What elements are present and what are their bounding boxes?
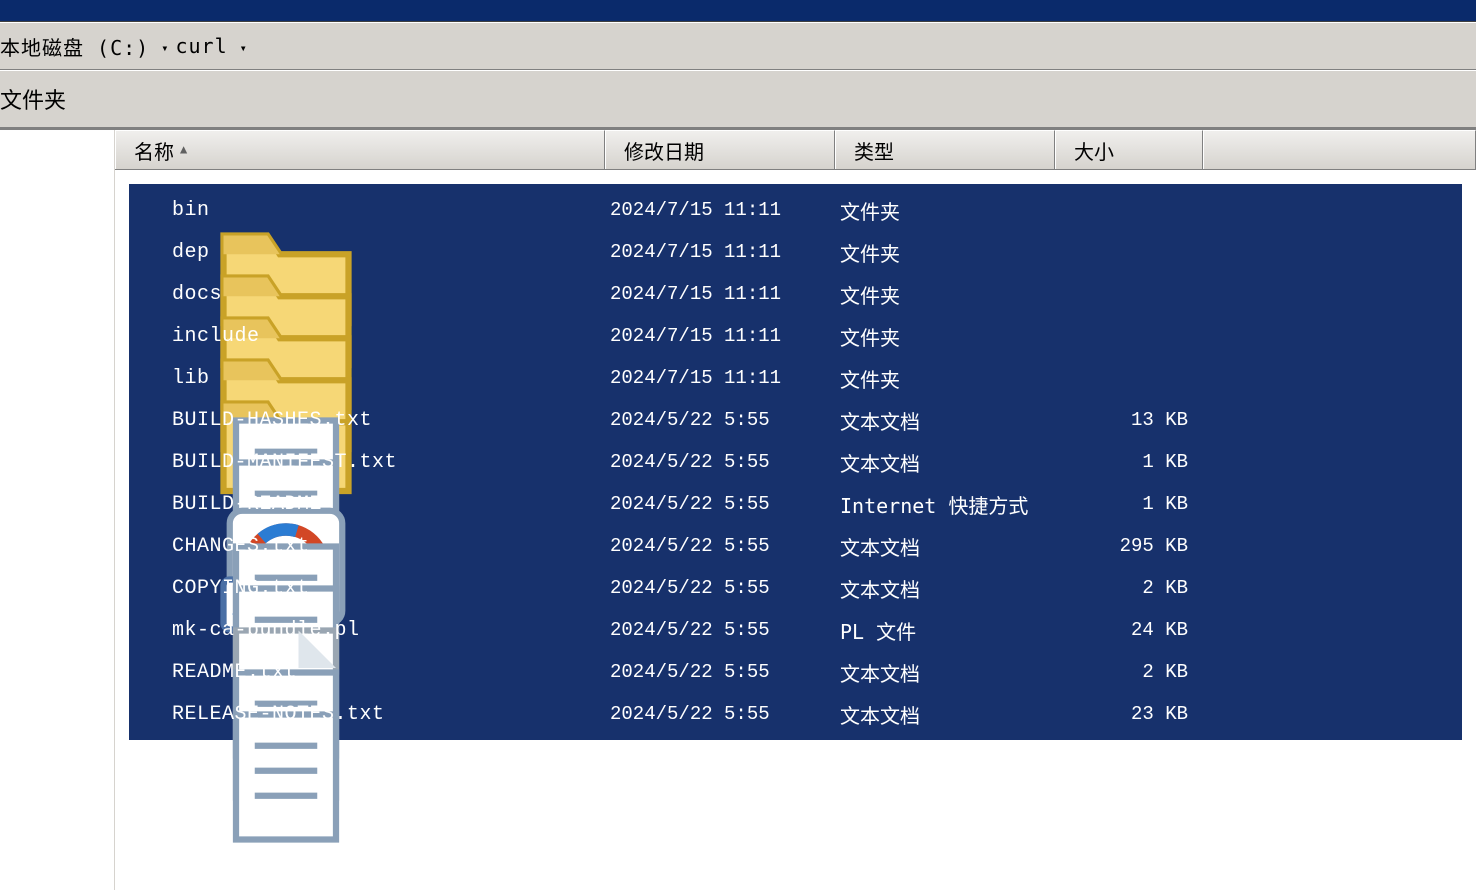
cell-name: dep [130,240,606,264]
cell-type: 文件夹 [836,238,1056,267]
file-panel: 名称 ▲ 修改日期 类型 大小 bin2024/7/15 11:11文件夹dep… [115,130,1476,890]
file-name: README.txt [172,661,297,684]
file-name: include [172,325,260,348]
text-file-icon [136,660,160,684]
column-header-name-label: 名称 [134,136,174,165]
cell-type: 文件夹 [836,322,1056,351]
path-seg-drive[interactable]: 本地磁盘 (C:) [0,32,149,61]
folder-icon [136,282,160,306]
file-name: BUILD-MANIFEST.txt [172,451,397,474]
cell-type: 文本文档 [836,700,1056,729]
cell-name: BUILD-MANIFEST.txt [130,450,606,474]
cell-name: include [130,324,606,348]
folder-icon [136,366,160,390]
cell-size: 13 KB [1056,409,1194,431]
column-header-date-label: 修改日期 [624,136,704,165]
cell-name: mk-ca-bundle.pl [130,618,606,642]
cell-name: BUILD-README [130,492,606,516]
column-header-name[interactable]: 名称 ▲ [115,130,605,169]
cell-type: 文本文档 [836,448,1056,477]
cell-size: 2 KB [1056,661,1194,683]
cell-date: 2024/5/22 5:55 [606,493,836,515]
title-bar [0,0,1476,22]
toolbar-label-folder: 文件夹 [0,83,66,115]
main-area: 名称 ▲ 修改日期 类型 大小 bin2024/7/15 11:11文件夹dep… [0,128,1476,890]
file-name: RELEASE-NOTES.txt [172,703,385,726]
column-header-type-label: 类型 [854,136,894,165]
file-name: dep [172,241,210,264]
column-header-rest [1203,130,1476,169]
file-name: bin [172,199,210,222]
cell-name: CHANGES.txt [130,534,606,558]
cell-name: lib [130,366,606,390]
cell-date: 2024/5/22 5:55 [606,451,836,473]
cell-date: 2024/7/15 11:11 [606,241,836,263]
cell-type: Internet 快捷方式 [836,490,1056,519]
text-file-icon [136,450,160,474]
cell-size: 1 KB [1056,493,1194,515]
file-name: mk-ca-bundle.pl [172,619,360,642]
file-name: CHANGES.txt [172,535,310,558]
cell-size: 23 KB [1056,703,1194,725]
cell-name: RELEASE-NOTES.txt [130,702,606,726]
column-header-date[interactable]: 修改日期 [605,130,835,169]
column-header-size[interactable]: 大小 [1055,130,1203,169]
column-headers: 名称 ▲ 修改日期 类型 大小 [115,130,1476,170]
file-name: BUILD-README [172,493,322,516]
text-file-icon [136,702,160,726]
cell-date: 2024/5/22 5:55 [606,577,836,599]
file-name: COPYING.txt [172,577,310,600]
explorer-window: 本地磁盘 (C:) ▾ curl ▾ 文件夹 名称 ▲ 修改日期 类型 大小 [0,0,1476,890]
cell-size: 1 KB [1056,451,1194,473]
text-file-icon [136,408,160,432]
chevron-down-icon[interactable]: ▾ [240,41,248,55]
folder-icon [136,198,160,222]
cell-name: bin [130,198,606,222]
cell-type: 文本文档 [836,574,1056,603]
file-name: lib [172,367,210,390]
cell-date: 2024/5/22 5:55 [606,619,836,641]
cell-date: 2024/5/22 5:55 [606,535,836,557]
column-header-size-label: 大小 [1074,136,1114,165]
cell-type: 文件夹 [836,364,1056,393]
file-list-area: bin2024/7/15 11:11文件夹dep2024/7/15 11:11文… [115,170,1476,890]
file-name: BUILD-HASHES.txt [172,409,372,432]
cell-date: 2024/7/15 11:11 [606,199,836,221]
cell-type: 文本文档 [836,532,1056,561]
cell-name: README.txt [130,660,606,684]
cell-date: 2024/5/22 5:55 [606,409,836,431]
sort-ascending-icon: ▲ [180,142,187,156]
cell-type: PL 文件 [836,616,1056,645]
path-seg-folder[interactable]: curl [175,34,227,58]
chevron-down-icon[interactable]: ▾ [161,41,169,55]
cell-name: BUILD-HASHES.txt [130,408,606,432]
column-header-type[interactable]: 类型 [835,130,1055,169]
cell-date: 2024/5/22 5:55 [606,703,836,725]
folder-icon [136,324,160,348]
cell-size: 24 KB [1056,619,1194,641]
folder-icon [136,240,160,264]
cell-name: docs [130,282,606,306]
cell-type: 文件夹 [836,196,1056,225]
text-file-icon [136,534,160,558]
cell-size: 295 KB [1056,535,1194,557]
sidebar [0,130,115,890]
cell-date: 2024/5/22 5:55 [606,661,836,683]
internet-shortcut-icon [136,492,160,516]
cell-type: 文本文档 [836,658,1056,687]
cell-date: 2024/7/15 11:11 [606,325,836,347]
cell-date: 2024/7/15 11:11 [606,283,836,305]
cell-size: 2 KB [1056,577,1194,599]
cell-type: 文件夹 [836,280,1056,309]
file-name: docs [172,283,222,306]
cell-name: COPYING.txt [130,576,606,600]
toolbar: 文件夹 [0,70,1476,128]
file-icon [136,618,160,642]
cell-date: 2024/7/15 11:11 [606,367,836,389]
cell-type: 文本文档 [836,406,1056,435]
file-row[interactable]: bin 2024/7/15 11:11文件夹 [130,189,1461,231]
file-list: bin2024/7/15 11:11文件夹dep2024/7/15 11:11文… [129,184,1462,740]
text-file-icon [136,576,160,600]
address-bar[interactable]: 本地磁盘 (C:) ▾ curl ▾ [0,22,1476,70]
